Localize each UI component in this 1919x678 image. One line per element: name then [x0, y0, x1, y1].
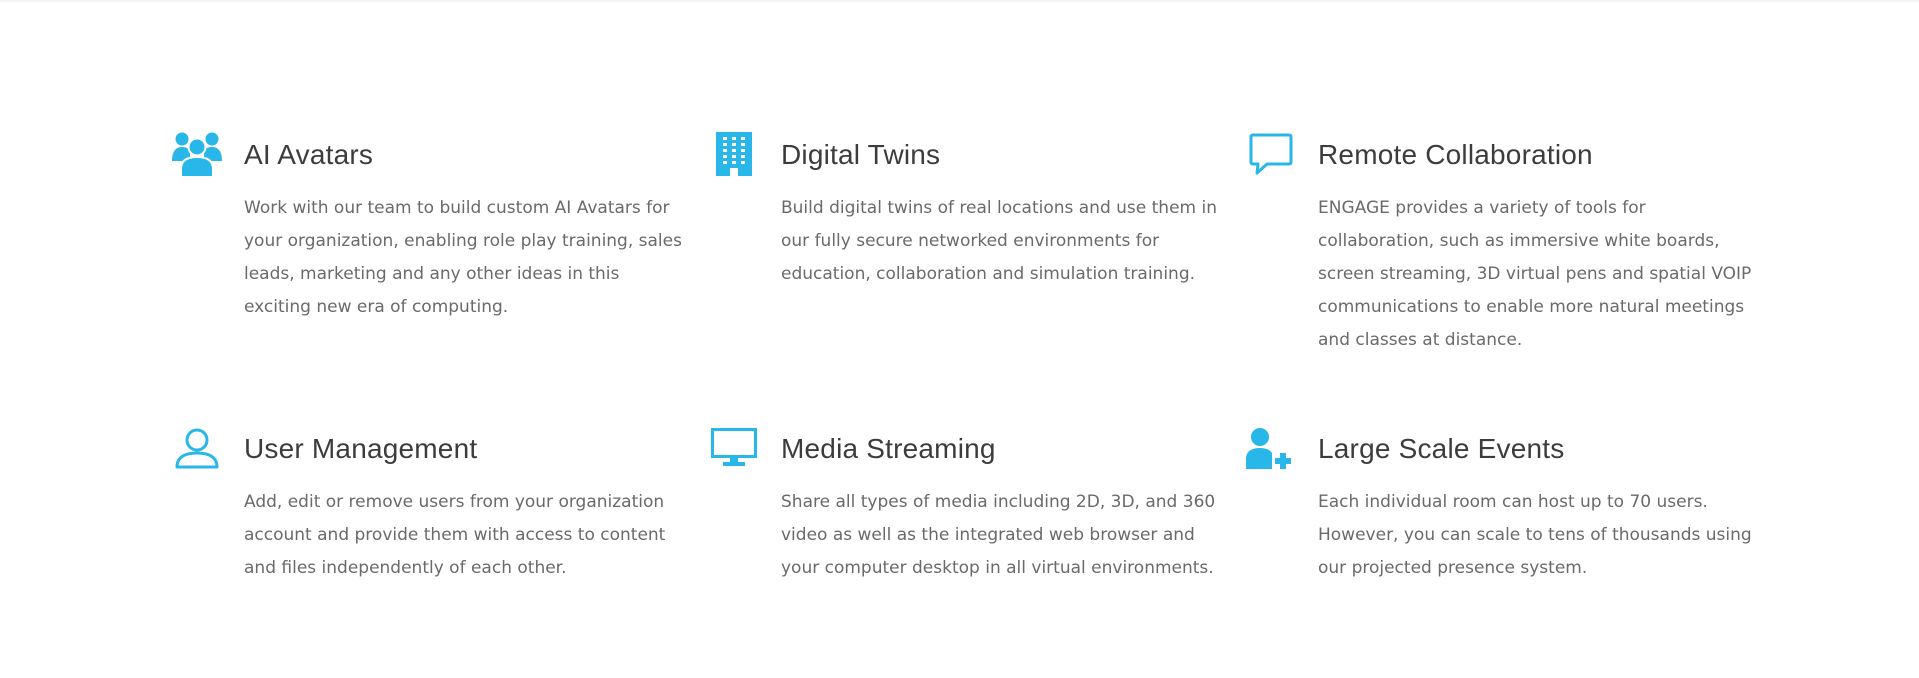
feature-body: AI Avatars Work with our team to build c…: [244, 138, 684, 324]
feature-user-management: User Management Add, edit or remove user…: [172, 424, 709, 624]
features-page: AI Avatars Work with our team to build c…: [0, 0, 1919, 678]
feature-media-streaming: Media Streaming Share all types of media…: [709, 424, 1246, 624]
feature-body: Large Scale Events Each individual room …: [1318, 432, 1758, 585]
feature-description: Build digital twins of real locations an…: [781, 197, 1218, 284]
feature-body: User Management Add, edit or remove user…: [244, 432, 684, 585]
feature-title: Large Scale Events: [1318, 433, 1565, 464]
feature-description: Each individual room can host up to 70 u…: [1318, 491, 1752, 578]
feature-title: Digital Twins: [781, 139, 941, 170]
feature-title: Remote Collaboration: [1318, 139, 1593, 170]
feature-remote-collaboration: Remote Collaboration ENGAGE provides a v…: [1246, 130, 1772, 424]
features-grid: AI Avatars Work with our team to build c…: [172, 130, 1772, 624]
monitor-icon: [709, 424, 759, 472]
feature-title: Media Streaming: [781, 433, 996, 464]
feature-digital-twins: Digital Twins Build digital twins of rea…: [709, 130, 1246, 424]
feature-description: Share all types of media including 2D, 3…: [781, 491, 1216, 578]
feature-description: Add, edit or remove users from your orga…: [244, 491, 666, 578]
chat-bubble-icon: [1246, 130, 1296, 178]
feature-large-scale-events: Large Scale Events Each individual room …: [1246, 424, 1772, 624]
feature-ai-avatars: AI Avatars Work with our team to build c…: [172, 130, 709, 424]
feature-body: Remote Collaboration ENGAGE provides a v…: [1318, 138, 1758, 357]
feature-body: Media Streaming Share all types of media…: [781, 432, 1221, 585]
feature-description: ENGAGE provides a variety of tools for c…: [1318, 197, 1752, 350]
building-icon: [709, 130, 759, 178]
users-group-icon: [172, 130, 222, 178]
top-divider: [0, 0, 1919, 2]
user-plus-icon: [1246, 424, 1296, 472]
user-outline-icon: [172, 424, 222, 472]
feature-body: Digital Twins Build digital twins of rea…: [781, 138, 1221, 291]
feature-description: Work with our team to build custom AI Av…: [244, 197, 682, 317]
feature-title: User Management: [244, 433, 478, 464]
feature-title: AI Avatars: [244, 139, 374, 170]
